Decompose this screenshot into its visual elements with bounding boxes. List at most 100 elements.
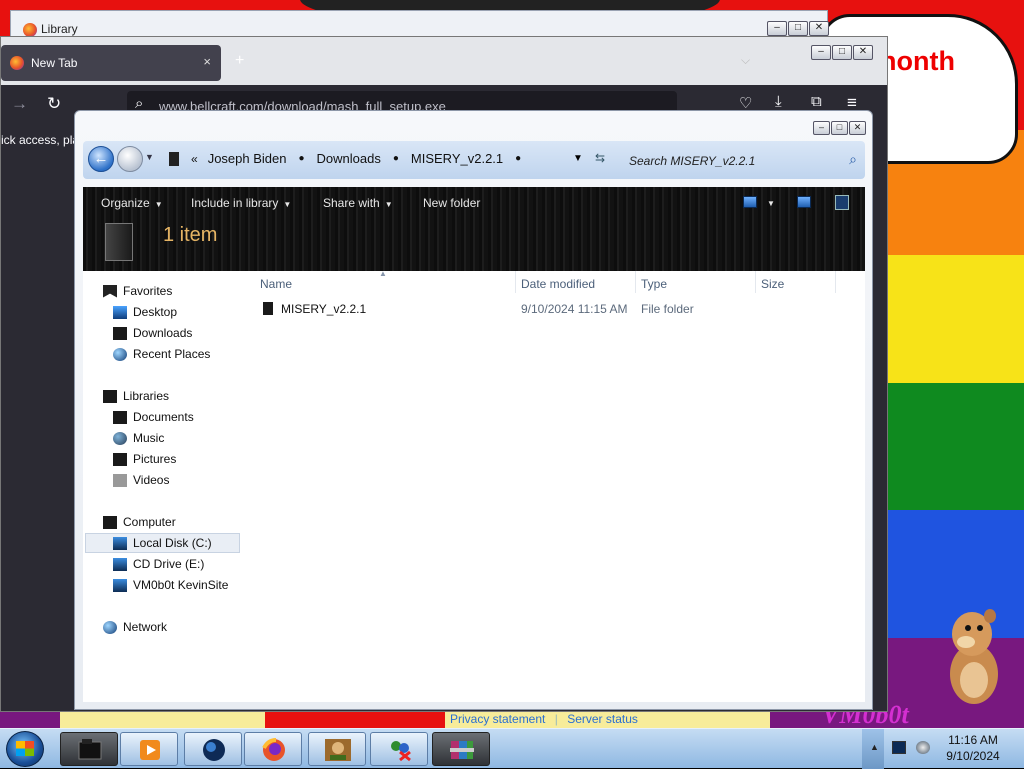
server-status-link[interactable]: Server status bbox=[567, 712, 638, 726]
nav-desktop[interactable]: Desktop bbox=[113, 302, 177, 322]
folder-icon bbox=[105, 223, 133, 261]
globe-icon bbox=[203, 739, 225, 761]
maximize-button[interactable]: □ bbox=[832, 45, 852, 60]
share-with-button[interactable]: Share with ▼ bbox=[323, 196, 393, 210]
preview-pane-icon[interactable] bbox=[797, 196, 811, 208]
clock-date: 9/10/2024 bbox=[946, 749, 1000, 763]
nav-music[interactable]: Music bbox=[113, 428, 164, 448]
search-placeholder: Search MISERY_v2.2.1 bbox=[629, 154, 756, 168]
privacy-statement-link[interactable]: Privacy statement bbox=[450, 712, 545, 726]
column-type[interactable]: Type bbox=[641, 277, 667, 291]
nav-computer[interactable]: Computer bbox=[103, 512, 176, 532]
nav-videos[interactable]: Videos bbox=[113, 470, 169, 490]
recent-places-icon bbox=[113, 347, 127, 361]
forward-icon[interactable]: → bbox=[11, 94, 28, 114]
list-all-tabs-button[interactable]: ⌵ bbox=[741, 53, 750, 68]
back-button[interactable]: ← bbox=[88, 146, 114, 172]
nav-cd-drive[interactable]: CD Drive (E:) bbox=[113, 554, 204, 574]
close-button[interactable]: ✕ bbox=[849, 121, 866, 135]
nav-recent-places[interactable]: Recent Places bbox=[113, 344, 210, 364]
download-icon[interactable]: ⤓ bbox=[775, 93, 782, 110]
forward-button[interactable] bbox=[117, 146, 143, 172]
folder-icon bbox=[263, 302, 273, 315]
taskbar-explorer-button[interactable] bbox=[60, 732, 118, 766]
new-folder-button[interactable]: New folder bbox=[423, 196, 480, 210]
column-date-modified[interactable]: Date modified bbox=[521, 277, 595, 291]
extensions-icon[interactable]: ⧉ bbox=[811, 93, 822, 110]
nav-network[interactable]: Network bbox=[103, 617, 167, 637]
refresh-icon[interactable]: ↻ bbox=[47, 94, 61, 114]
minimize-button[interactable]: – bbox=[767, 21, 787, 36]
chevron-left-icon[interactable]: « bbox=[191, 152, 198, 166]
tab-label: New Tab bbox=[31, 56, 78, 70]
nav-documents[interactable]: Documents bbox=[113, 407, 194, 427]
star-icon bbox=[103, 284, 117, 298]
table-row[interactable]: MISERY_v2.2.1 9/10/2024 11:15 AM File fo… bbox=[259, 297, 839, 319]
maximize-button[interactable]: □ bbox=[831, 121, 848, 135]
library-window-controls: – □ ✕ bbox=[767, 21, 829, 36]
nav-downloads[interactable]: Downloads bbox=[113, 323, 192, 343]
maximize-button[interactable]: □ bbox=[788, 21, 808, 36]
breadcrumb[interactable]: « Joseph Biden ● Downloads ● MISERY_v2.2… bbox=[169, 151, 533, 166]
taskbar-winrar-button[interactable] bbox=[432, 732, 490, 766]
file-date-modified: 9/10/2024 11:15 AM bbox=[521, 302, 628, 316]
firefox-window-controls: – □ ✕ bbox=[811, 45, 873, 60]
change-view-icon[interactable] bbox=[743, 196, 757, 208]
nav-libraries[interactable]: Libraries bbox=[103, 386, 169, 406]
breadcrumb-item[interactable]: Downloads bbox=[317, 151, 381, 166]
minimize-button[interactable]: – bbox=[813, 121, 830, 135]
nav-favorites[interactable]: Favorites bbox=[103, 281, 172, 301]
tab-close-icon[interactable]: × bbox=[203, 54, 211, 69]
file-name[interactable]: MISERY_v2.2.1 bbox=[281, 302, 366, 316]
organize-button[interactable]: Organize ▼ bbox=[101, 196, 163, 210]
search-input[interactable]: Search MISERY_v2.2.1 ⌕ bbox=[623, 147, 861, 173]
close-button[interactable]: ✕ bbox=[853, 45, 873, 60]
nav-pictures[interactable]: Pictures bbox=[113, 449, 176, 469]
command-bar: Organize ▼ Include in library ▼ Share with… bbox=[83, 187, 865, 271]
view-dropdown-icon[interactable]: ▼ bbox=[767, 199, 775, 208]
network-users-icon bbox=[391, 741, 411, 762]
close-button[interactable]: ✕ bbox=[809, 21, 829, 36]
navigation-pane: Favorites Desktop Downloads Recent Place… bbox=[83, 271, 243, 702]
nav-network-share[interactable]: VM0b0t KevinSite bbox=[113, 575, 228, 595]
column-divider[interactable] bbox=[515, 271, 516, 293]
breadcrumb-item[interactable]: MISERY_v2.2.1 bbox=[411, 151, 503, 166]
explorer-window[interactable]: – □ ✕ ← ▼ « Joseph Biden ● Downloads ● M… bbox=[74, 110, 873, 710]
column-divider[interactable] bbox=[635, 271, 636, 293]
breadcrumb-separator-icon[interactable]: ● bbox=[298, 153, 304, 164]
taskbar-media-player-button[interactable] bbox=[120, 732, 178, 766]
nav-local-disk[interactable]: Local Disk (C:) bbox=[85, 533, 240, 553]
search-icon[interactable]: ⌕ bbox=[849, 151, 857, 168]
breadcrumb-separator-icon[interactable]: ● bbox=[515, 153, 521, 164]
volume-tray-icon[interactable] bbox=[916, 741, 930, 754]
show-hidden-icons-icon[interactable]: ▲ bbox=[870, 742, 879, 752]
system-clock[interactable]: 11:16 AM 9/10/2024 bbox=[930, 733, 1016, 763]
address-dropdown-icon[interactable]: ▼ bbox=[573, 153, 583, 164]
archive-icon bbox=[450, 741, 474, 759]
help-icon[interactable] bbox=[835, 195, 849, 210]
minimize-button[interactable]: – bbox=[811, 45, 831, 60]
include-in-library-button[interactable]: Include in library ▼ bbox=[191, 196, 291, 210]
taskbar-firefox-button[interactable] bbox=[244, 732, 302, 766]
box-app-icon bbox=[325, 739, 351, 761]
new-tab-button[interactable]: + bbox=[235, 52, 244, 70]
network-tray-icon[interactable] bbox=[892, 741, 906, 754]
column-size[interactable]: Size bbox=[761, 277, 784, 291]
hamster-image bbox=[950, 609, 998, 704]
explorer-window-controls: – □ ✕ bbox=[813, 121, 866, 135]
globe-icon bbox=[103, 620, 117, 634]
breadcrumb-separator-icon[interactable]: ● bbox=[393, 153, 399, 164]
column-name[interactable]: Name bbox=[260, 277, 292, 291]
tab-new-tab[interactable]: New Tab × bbox=[1, 45, 221, 81]
column-divider[interactable] bbox=[755, 271, 756, 293]
breadcrumb-item[interactable]: Joseph Biden bbox=[208, 151, 287, 166]
refresh-icon[interactable]: ⇆ bbox=[595, 151, 605, 165]
firefox-icon bbox=[10, 56, 24, 70]
taskbar-network-app-button[interactable] bbox=[370, 732, 428, 766]
column-divider[interactable] bbox=[835, 271, 836, 293]
cd-drive-icon bbox=[113, 557, 127, 571]
recent-pages-dropdown-icon[interactable]: ▼ bbox=[145, 152, 154, 162]
desktop-icon bbox=[113, 305, 127, 319]
taskbar-globe-button[interactable] bbox=[184, 732, 242, 766]
taskbar-box-app-button[interactable] bbox=[308, 732, 366, 766]
